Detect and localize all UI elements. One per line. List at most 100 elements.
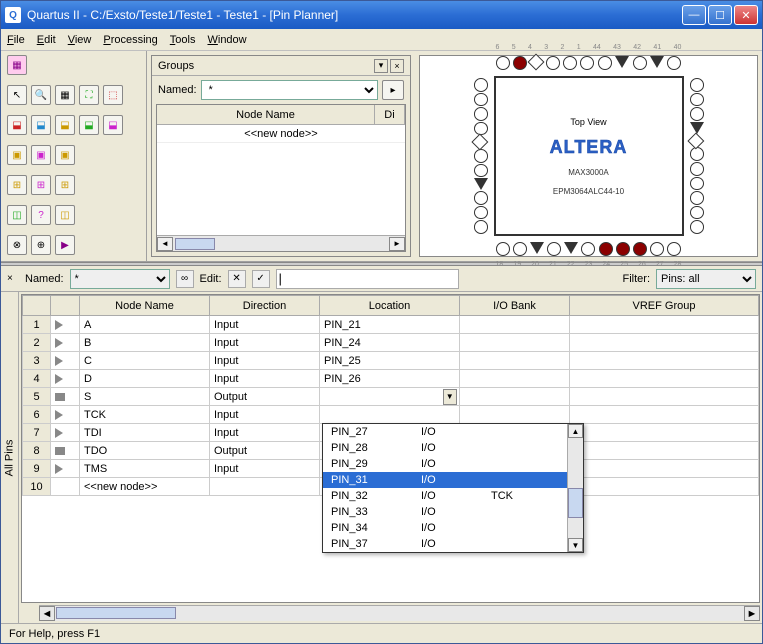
titlebar[interactable]: Q Quartus II - C:/Exsto/Teste1/Teste1 - … bbox=[1, 1, 762, 29]
groups-col-node[interactable]: Node Name bbox=[157, 105, 375, 124]
chip-pin[interactable] bbox=[690, 107, 704, 121]
help-icon[interactable]: ? bbox=[31, 205, 51, 225]
chip-pin[interactable] bbox=[474, 220, 488, 234]
groups-named-select[interactable]: * bbox=[201, 80, 378, 100]
chip-pin[interactable] bbox=[690, 162, 704, 176]
chip-pin[interactable] bbox=[598, 56, 612, 70]
tool-d-icon[interactable]: ⬓ bbox=[79, 115, 99, 135]
location-dropdown-button[interactable]: ▼ bbox=[443, 389, 458, 405]
chip-pin[interactable] bbox=[547, 242, 561, 256]
chip-pin[interactable] bbox=[667, 56, 681, 70]
misc-b-icon[interactable]: ⊕ bbox=[31, 235, 51, 255]
lower-hscroll[interactable]: ◄ ► bbox=[39, 605, 760, 621]
chip-pin[interactable] bbox=[615, 56, 629, 68]
dropdown-option[interactable]: PIN_32I/OTCK bbox=[323, 488, 567, 504]
dropdown-scrollbar[interactable]: ▲ ▼ bbox=[567, 424, 583, 552]
col-vref[interactable]: VREF Group bbox=[570, 296, 759, 316]
table-row[interactable]: 1AInputPIN_21 bbox=[23, 316, 759, 334]
chip-pin[interactable] bbox=[530, 242, 544, 254]
scroll-thumb[interactable] bbox=[175, 238, 215, 250]
lower-named-select[interactable]: * bbox=[70, 269, 170, 289]
chip-pin[interactable] bbox=[474, 93, 488, 107]
scroll-left-icon[interactable]: ◄ bbox=[157, 237, 173, 251]
col-node[interactable]: Node Name bbox=[80, 296, 210, 316]
dropdown-option[interactable]: PIN_31I/O bbox=[323, 472, 567, 488]
table-row[interactable]: 2BInputPIN_24 bbox=[23, 334, 759, 352]
edit-cancel-icon[interactable]: ✕ bbox=[228, 270, 246, 288]
chip-a-icon[interactable]: ▣ bbox=[7, 145, 27, 165]
chip-pin[interactable] bbox=[690, 206, 704, 220]
chip-pin[interactable] bbox=[687, 132, 704, 149]
chip-pin[interactable] bbox=[667, 242, 681, 256]
menu-view[interactable]: View bbox=[68, 34, 92, 46]
tree-c-icon[interactable]: ⊞ bbox=[55, 175, 75, 195]
chip-pin[interactable] bbox=[474, 191, 488, 205]
play-icon[interactable]: ▶ bbox=[55, 235, 75, 255]
chip-pin[interactable] bbox=[650, 242, 664, 256]
chip-pin[interactable] bbox=[633, 242, 647, 256]
dropdown-option[interactable]: PIN_27I/O bbox=[323, 424, 567, 440]
dropdown-option[interactable]: PIN_28I/O bbox=[323, 440, 567, 456]
chip-pin[interactable] bbox=[474, 206, 488, 220]
menu-processing[interactable]: Processing bbox=[103, 34, 157, 46]
glasses-icon[interactable]: ∞ bbox=[176, 270, 194, 288]
minimize-button[interactable]: — bbox=[682, 5, 706, 25]
menu-edit[interactable]: Edit bbox=[37, 34, 56, 46]
tool-a-icon[interactable]: ⬓ bbox=[7, 115, 27, 135]
chip-pin[interactable] bbox=[513, 242, 527, 256]
table-row[interactable]: 6TCKInput bbox=[23, 406, 759, 424]
col-bank[interactable]: I/O Bank bbox=[460, 296, 570, 316]
group-b-icon[interactable]: ◫ bbox=[55, 205, 75, 225]
tool-e-icon[interactable]: ⬓ bbox=[103, 115, 123, 135]
lower-close-icon[interactable]: × bbox=[7, 273, 19, 285]
chip-pin[interactable] bbox=[474, 107, 488, 121]
fit-icon[interactable]: ⛶ bbox=[79, 85, 99, 105]
groups-close-icon[interactable]: × bbox=[390, 59, 404, 73]
chip-pin[interactable] bbox=[690, 177, 704, 191]
scroll-right-icon[interactable]: ► bbox=[389, 237, 405, 251]
chip-pin[interactable] bbox=[690, 220, 704, 234]
chip-pin[interactable] bbox=[513, 56, 527, 70]
maximize-button[interactable]: ☐ bbox=[708, 5, 732, 25]
chip-pin[interactable] bbox=[471, 134, 488, 151]
tree-a-icon[interactable]: ⊞ bbox=[7, 175, 27, 195]
location-dropdown[interactable]: PIN_27I/OPIN_28I/OPIN_29I/OPIN_31I/OPIN_… bbox=[322, 423, 584, 553]
menu-window[interactable]: Window bbox=[207, 34, 246, 46]
chip-pin[interactable] bbox=[633, 56, 647, 70]
groups-hscroll[interactable]: ◄ ► bbox=[157, 235, 405, 251]
chip-pin[interactable] bbox=[650, 56, 664, 68]
dropdown-option[interactable]: PIN_37I/O bbox=[323, 536, 567, 552]
chip-pin[interactable] bbox=[496, 56, 510, 70]
group-a-icon[interactable]: ◫ bbox=[7, 205, 27, 225]
chip-pin[interactable] bbox=[690, 122, 704, 134]
tool-b-icon[interactable]: ⬓ bbox=[31, 115, 51, 135]
chip-view[interactable]: 6543214443424140 1819202122232425262728 … bbox=[419, 55, 758, 257]
chip-c-icon[interactable]: ▣ bbox=[55, 145, 75, 165]
location-input[interactable] bbox=[322, 391, 443, 403]
chip-pin[interactable] bbox=[496, 242, 510, 256]
col-num[interactable] bbox=[23, 296, 51, 316]
chip-pin[interactable] bbox=[474, 164, 488, 178]
filter-select[interactable]: Pins: all bbox=[656, 269, 756, 289]
groups-col-di[interactable]: Di bbox=[375, 105, 405, 124]
chip-pin[interactable] bbox=[690, 191, 704, 205]
scroll-down-icon[interactable]: ▼ bbox=[568, 538, 583, 552]
dropdown-option[interactable]: PIN_34I/O bbox=[323, 520, 567, 536]
col-dir[interactable]: Direction bbox=[210, 296, 320, 316]
groups-collapse-icon[interactable]: ▾ bbox=[374, 59, 388, 73]
edit-field[interactable] bbox=[276, 269, 459, 289]
menu-tools[interactable]: Tools bbox=[170, 34, 196, 46]
menu-file[interactable]: File bbox=[7, 34, 25, 46]
chip-pin[interactable] bbox=[474, 78, 488, 92]
close-button[interactable]: ✕ bbox=[734, 5, 758, 25]
report-icon[interactable]: ▦ bbox=[7, 55, 27, 75]
chip-pin[interactable] bbox=[580, 56, 594, 70]
col-icon[interactable] bbox=[51, 296, 80, 316]
groups-named-go-icon[interactable]: ▸ bbox=[382, 80, 404, 100]
grid-icon[interactable]: ▦ bbox=[55, 85, 75, 105]
tool-c-icon[interactable]: ⬓ bbox=[55, 115, 75, 135]
dropdown-thumb[interactable] bbox=[568, 488, 583, 518]
dropdown-option[interactable]: PIN_33I/O bbox=[323, 504, 567, 520]
all-pins-tab[interactable]: All Pins bbox=[1, 292, 19, 623]
chip-pin[interactable] bbox=[564, 242, 578, 254]
